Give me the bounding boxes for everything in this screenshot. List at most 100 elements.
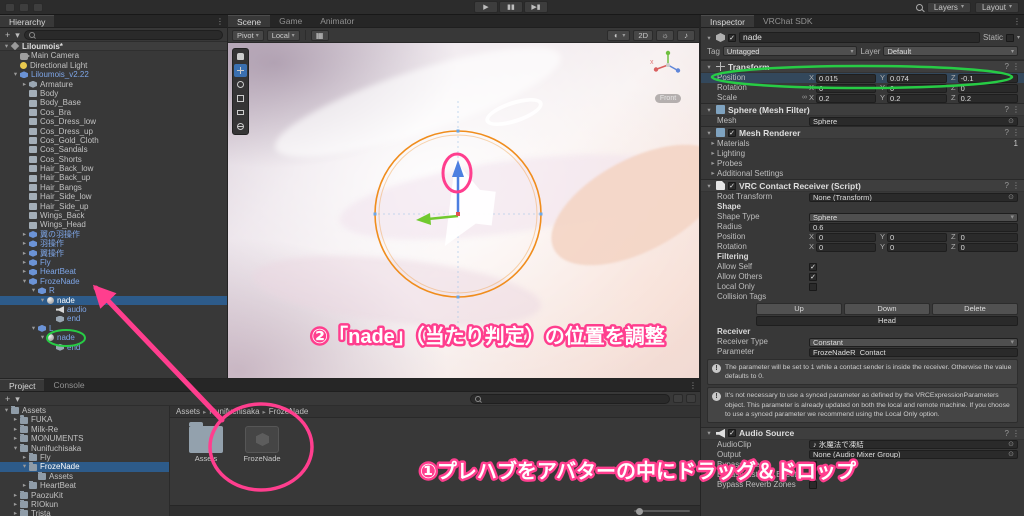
position-y-field[interactable]: 0.074 (887, 74, 947, 83)
bypass-listener-checkbox[interactable] (809, 471, 817, 479)
search-icon[interactable] (916, 4, 923, 11)
mesh-object-field[interactable]: Sphere⊙ (809, 117, 1018, 126)
list-action-button[interactable]: Up (756, 303, 842, 315)
breadcrumb-item[interactable]: Assets (176, 407, 200, 416)
kebab-menu-icon[interactable]: ⋮ (1012, 181, 1020, 190)
breadcrumb-item[interactable]: Nunifuchisaka (209, 407, 259, 416)
mesh-filter-component-header[interactable]: ▾ Sphere (Mesh Filter) ? ⋮ (701, 103, 1024, 116)
hierarchy-item[interactable]: ▾ L (0, 324, 227, 333)
shading-mode-button[interactable]: ◐▾ (607, 30, 630, 41)
layout-button[interactable]: Layout▾ (975, 2, 1019, 13)
expand-arrow-icon[interactable]: ▾ (38, 333, 47, 342)
chevron-down-icon[interactable]: ▾ (14, 393, 21, 405)
expand-arrow-icon[interactable]: ▾ (2, 42, 11, 51)
hierarchy-item[interactable]: Cos_Dress_low (0, 117, 227, 126)
tab-hierarchy[interactable]: Hierarchy (0, 15, 54, 27)
hierarchy-item[interactable]: Cos_Gold_Cloth (0, 136, 227, 145)
handle-bottom[interactable] (457, 296, 460, 299)
expand-arrow-icon[interactable]: ▸ (11, 415, 20, 424)
kebab-menu-icon[interactable]: ⋮ (1012, 105, 1020, 114)
contact-rotation-x-field[interactable]: 0 (816, 243, 876, 252)
rect-tool-button[interactable] (234, 106, 247, 119)
expand-arrow-icon[interactable]: ▸ (20, 249, 29, 258)
foldout-icon[interactable]: ▾ (705, 182, 713, 190)
hierarchy-item[interactable]: ▾ R (0, 286, 227, 295)
project-tree-item[interactable]: ▸ FUKA (0, 415, 169, 424)
project-file[interactable]: Assets (182, 426, 230, 463)
scene-lighting-button[interactable]: ☼ (656, 30, 674, 41)
hierarchy-item[interactable]: end (0, 343, 227, 352)
scale-x-field[interactable]: 0.2 (816, 94, 876, 103)
expand-arrow-icon[interactable]: ▸ (11, 500, 20, 509)
contact-receiver-checkbox[interactable]: ✓ (728, 182, 736, 190)
contact-rotation-z-field[interactable]: 0 (958, 243, 1018, 252)
hierarchy-item[interactable]: ▸ 羽操作 (0, 239, 227, 248)
hierarchy-item[interactable]: Body (0, 89, 227, 98)
collision-tags-row[interactable]: Collision Tags (701, 292, 1024, 302)
project-tree-item[interactable]: ▸ HeartBeat (0, 481, 169, 490)
help-icon[interactable]: ? (1005, 62, 1009, 71)
scale-z-field[interactable]: 0.2 (958, 94, 1018, 103)
contact-position-x-field[interactable]: 0 (816, 233, 876, 242)
project-tree-item[interactable]: Assets (0, 472, 169, 481)
project-tree-item[interactable]: ▾ FrozeNade (0, 462, 169, 471)
services-icon[interactable] (33, 3, 43, 12)
hierarchy-item[interactable]: ▾ Liloumois* (0, 42, 227, 51)
hidden-packages-icon[interactable] (673, 394, 683, 403)
foldout-icon[interactable]: ▾ (705, 429, 713, 437)
hierarchy-item[interactable]: ▸ Armature (0, 80, 227, 89)
handle-right[interactable] (540, 213, 543, 216)
project-tree-item[interactable]: ▸ RIOkun (0, 500, 169, 509)
hierarchy-item[interactable]: Cos_Dress_up (0, 127, 227, 136)
transform-tool-button[interactable] (234, 120, 247, 133)
hierarchy-item[interactable]: Hair_Back_low (0, 164, 227, 173)
foldout-icon[interactable]: ▾ (705, 34, 713, 42)
scale-link-icon[interactable]: ∞ (800, 93, 809, 103)
kebab-menu-icon[interactable]: ⋮ (1012, 128, 1020, 137)
expand-arrow-icon[interactable]: ▸ (20, 453, 29, 462)
project-tree-item[interactable]: ▸ MONUMENTS (0, 434, 169, 443)
hierarchy-item[interactable]: Directional Light (0, 61, 227, 70)
mesh-renderer-row[interactable]: ▸ Materials 1 (701, 139, 1024, 149)
audio-source-checkbox[interactable]: ✓ (728, 429, 736, 437)
pivot-toggle-button[interactable]: Pivot▾ (232, 30, 264, 41)
mesh-renderer-component-header[interactable]: ▾ ✓ Mesh Renderer ? ⋮ (701, 126, 1024, 139)
position-z-field[interactable]: -0.1 (958, 74, 1018, 83)
help-icon[interactable]: ? (1005, 128, 1009, 137)
scale-y-field[interactable]: 0.2 (887, 94, 947, 103)
hierarchy-item[interactable]: Cos_Sandals (0, 145, 227, 154)
expand-arrow-icon[interactable]: ▸ (11, 509, 20, 516)
contact-receiver-component-header[interactable]: ▾ ✓ VRC Contact Receiver (Script) ? ⋮ (701, 179, 1024, 192)
expand-arrow-icon[interactable]: ▾ (38, 296, 47, 305)
foldout-icon[interactable]: ▸ (709, 159, 717, 169)
expand-arrow-icon[interactable]: ▾ (11, 70, 20, 79)
mesh-renderer-row[interactable]: ▸ Probes (701, 159, 1024, 169)
breadcrumb-item[interactable]: FrozeNade (269, 407, 309, 416)
orientation-gizmo[interactable]: x Front (645, 48, 691, 105)
lock-icon[interactable] (686, 394, 696, 403)
expand-arrow-icon[interactable]: ▸ (11, 425, 20, 434)
object-picker-icon[interactable]: ⊙ (1008, 118, 1014, 125)
bypass-effects-checkbox[interactable] (809, 461, 817, 469)
kebab-menu-icon[interactable]: ⋮ (1012, 429, 1020, 438)
project-search-input[interactable] (484, 394, 665, 403)
hierarchy-item[interactable]: Cos_Shorts (0, 155, 227, 164)
account-icon[interactable] (19, 3, 29, 12)
expand-arrow-icon[interactable]: ▸ (20, 258, 29, 267)
project-tree-item[interactable]: ▸ Fly (0, 453, 169, 462)
tab-project[interactable]: Project (0, 379, 44, 391)
scene-audio-button[interactable]: ♪ (677, 30, 695, 41)
expand-arrow-icon[interactable]: ▾ (2, 406, 11, 415)
contact-position-z-field[interactable]: 0 (958, 233, 1018, 242)
bypass-reverb-checkbox[interactable] (809, 481, 817, 489)
play-button[interactable]: ▶ (474, 1, 498, 13)
scale-tool-button[interactable] (234, 92, 247, 105)
handle-orientation-button[interactable]: Local▾ (267, 30, 300, 41)
tab-inspector[interactable]: Inspector (701, 15, 754, 27)
hierarchy-item[interactable]: ▾ Liloumois_v2.22 (0, 70, 227, 79)
slider-knob[interactable] (636, 508, 643, 515)
expand-arrow-icon[interactable]: ▸ (20, 481, 29, 490)
chevron-down-icon[interactable]: ▾ (1017, 34, 1020, 41)
hierarchy-item[interactable]: Wings_Head (0, 220, 227, 229)
object-picker-icon[interactable]: ⊙ (1008, 451, 1014, 458)
